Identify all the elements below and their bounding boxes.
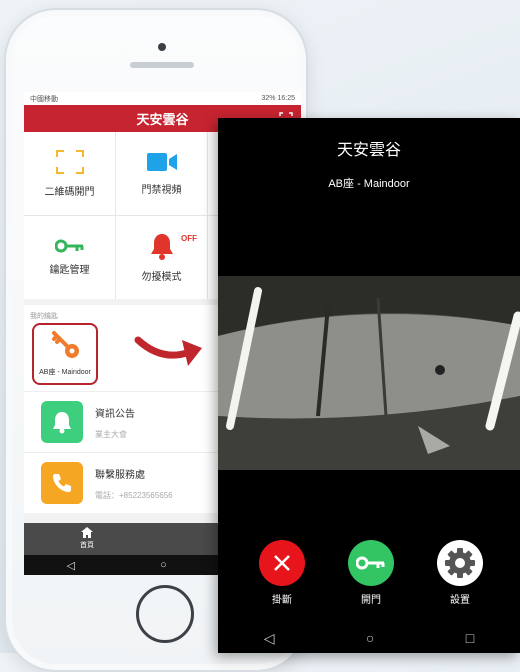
door-camera-feed [218,276,520,470]
home-icon [81,527,93,538]
grid-label: 勿擾模式 [141,272,182,283]
grid-item-key-manage[interactable]: 鑰匙管理 [24,216,115,299]
grid-item-qr-open[interactable]: 二維碼開門 [24,132,115,215]
carrier-text: 中國移動 [30,95,58,103]
contact-icon-box [41,462,83,504]
earpiece-speaker [130,62,194,68]
open-door-circle [348,540,394,586]
home-circle-icon[interactable]: ○ [366,630,374,646]
call-title: 天安雲谷 [336,142,401,159]
hangup-circle [259,540,305,586]
recents-icon[interactable]: □ [466,630,474,646]
key-icon [52,331,79,358]
list-item-title: 資訊公告 [95,408,135,420]
qr-scan-icon [55,150,84,174]
home-button[interactable] [136,585,194,643]
home-circle-icon[interactable]: ○ [160,559,167,571]
bell-icon [150,234,173,260]
list-item-subtitle: 業主大會 [95,429,127,439]
phone-icon [53,474,71,492]
action-label: 掛斷 [272,595,292,606]
key-icon [356,556,385,570]
camera-feed-image [218,276,520,470]
key-icon [54,239,83,253]
close-icon [274,555,290,571]
section-caption: 我的鑰匙 [30,313,58,320]
announcement-icon-box [41,401,83,443]
arrow-icon [134,336,202,366]
list-item-subtitle: 電話：+85223565656 [95,490,173,500]
grid-item-dnd[interactable]: OFF 勿擾模式 [116,216,207,299]
tab-home[interactable]: 首頁 [80,527,94,550]
video-call-screen: 天安雲谷 AB座 - Maindoor 掛斷 開門 設置 ◁ ○ □ [218,118,520,653]
status-bar: 中國移動 32% 16:25 [24,92,301,105]
door-key-card[interactable]: AB座 - Maindoor [32,323,98,385]
tab-home-label: 首頁 [80,542,94,549]
action-label: 開門 [361,595,381,606]
front-camera [158,43,166,51]
grid-item-door-video[interactable]: 門禁視頻 [116,132,207,215]
call-subtitle: AB座 - Maindoor [328,178,410,190]
settings-button[interactable]: 設置 [425,540,495,606]
battery-time-text: 32% 16:25 [261,95,295,102]
back-icon[interactable]: ◁ [67,559,75,572]
list-item-title: 聯繫服務處 [95,469,145,481]
grid-label: 門禁視頻 [141,185,182,196]
app-title: 天安雲谷 [136,112,189,127]
video-camera-icon [146,153,177,171]
open-door-button[interactable]: 開門 [336,540,406,606]
hangup-button[interactable]: 掛斷 [247,540,317,606]
back-icon[interactable]: ◁ [264,630,275,647]
grid-label: 鑰匙管理 [49,265,90,276]
key-label: AB座 - Maindoor [39,369,91,376]
gear-icon [445,548,475,578]
android-nav-bar: ◁ ○ □ [218,623,520,653]
bell-icon [53,412,71,434]
off-badge: OFF [181,234,197,243]
grid-label: 二維碼開門 [44,187,95,198]
settings-circle [437,540,483,586]
action-label: 設置 [450,595,470,606]
